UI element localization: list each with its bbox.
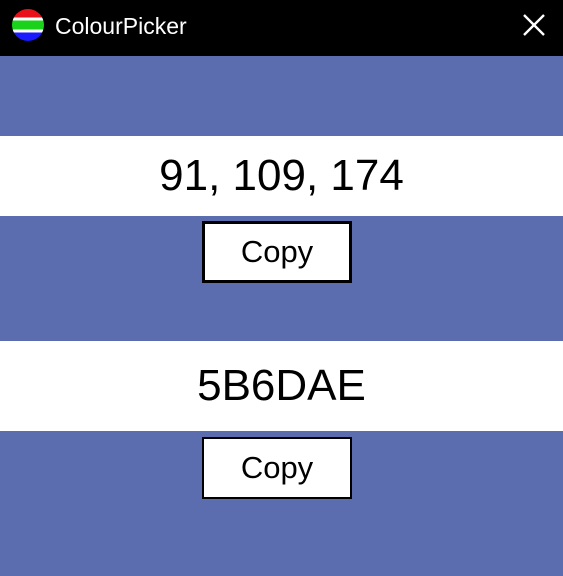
- close-button[interactable]: [514, 6, 554, 46]
- hex-value-band: 5B6DAE: [0, 341, 563, 431]
- window-title: ColourPicker: [55, 13, 187, 39]
- title-bar[interactable]: ColourPicker: [0, 0, 563, 56]
- copy-hex-button[interactable]: Copy: [202, 437, 352, 499]
- copy-rgb-button[interactable]: Copy: [202, 221, 352, 283]
- colour-stripes-icon: [12, 9, 44, 41]
- colour-picker-window: ColourPicker 91, 109, 174 Copy 5B6DAE Co…: [0, 0, 563, 576]
- rgb-value: 91, 109, 174: [159, 151, 404, 200]
- rgb-value-band: 91, 109, 174: [0, 136, 563, 216]
- hex-value: 5B6DAE: [197, 361, 366, 410]
- close-icon: [523, 14, 545, 36]
